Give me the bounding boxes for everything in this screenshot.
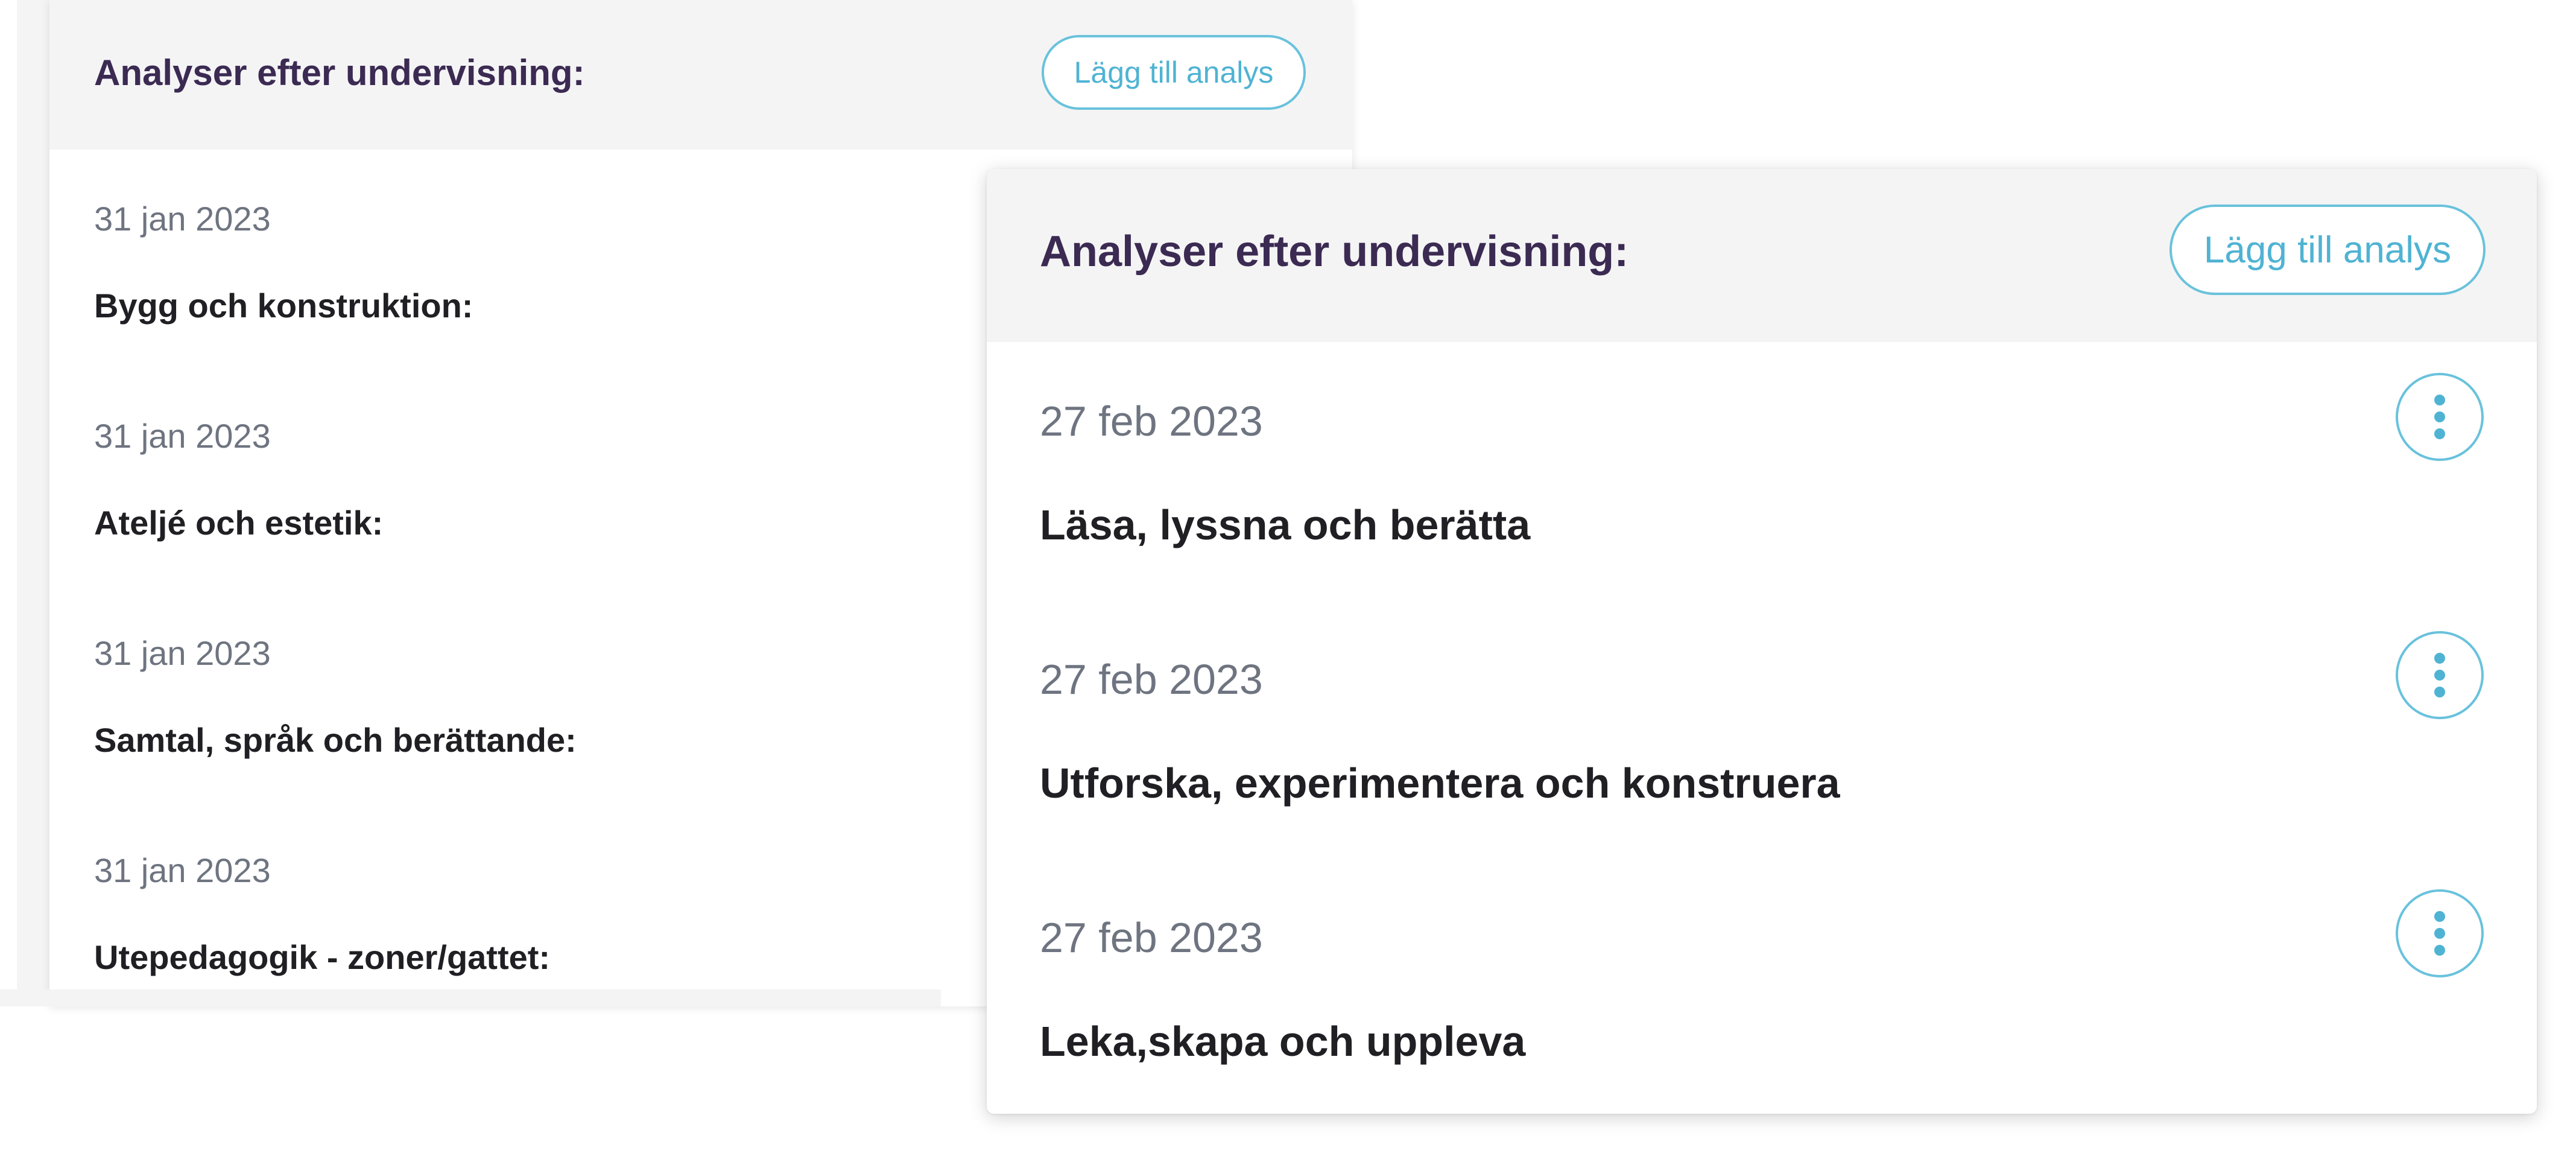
vertical-ellipsis-icon [2434, 911, 2445, 956]
entry-menu-button[interactable] [2396, 373, 2484, 461]
entry-title[interactable]: Leka,skapa och uppleva [1040, 1017, 1525, 1065]
left-edge-bar [17, 0, 49, 1006]
panel-title: Analyser efter undervisning: [94, 52, 585, 93]
entry-date: 31 jan 2023 [94, 417, 271, 455]
panel-header: Analyser efter undervisning: Lägg till a… [49, 0, 1352, 150]
entry-menu-button[interactable] [2396, 631, 2484, 719]
left-edge-area [0, 0, 49, 1006]
entry-title[interactable]: Läsa, lyssna och berätta [1040, 501, 1530, 549]
entry-date: 27 feb 2023 [1040, 656, 1263, 703]
entry-date: 27 feb 2023 [1040, 914, 1263, 961]
analyses-panel-front: Analyser efter undervisning: Lägg till a… [987, 169, 2537, 1114]
entry-date: 27 feb 2023 [1040, 398, 1263, 445]
entry-title[interactable]: Samtal, språk och berättande: [94, 720, 577, 760]
vertical-ellipsis-icon [2434, 653, 2445, 697]
add-analysis-button[interactable]: Lägg till analys [1042, 35, 1306, 110]
entry-date: 31 jan 2023 [94, 200, 271, 238]
entry-title[interactable]: Bygg och konstruktion: [94, 286, 473, 325]
entry-title[interactable]: Utepedagogik - zoner/gattet: [94, 938, 550, 977]
panel-header: Analyser efter undervisning: Lägg till a… [987, 169, 2537, 342]
entry-date: 31 jan 2023 [94, 634, 271, 672]
vertical-ellipsis-icon [2434, 395, 2445, 439]
panel-bottom-strip [0, 989, 941, 1006]
entry-title[interactable]: Ateljé och estetik: [94, 503, 383, 542]
entry-date: 31 jan 2023 [94, 851, 271, 889]
entry-menu-button[interactable] [2396, 889, 2484, 977]
entry-title[interactable]: Utforska, experimentera och konstruera [1040, 759, 1840, 807]
add-analysis-button[interactable]: Lägg till analys [2169, 205, 2486, 295]
panel-title: Analyser efter undervisning: [1040, 227, 1629, 276]
